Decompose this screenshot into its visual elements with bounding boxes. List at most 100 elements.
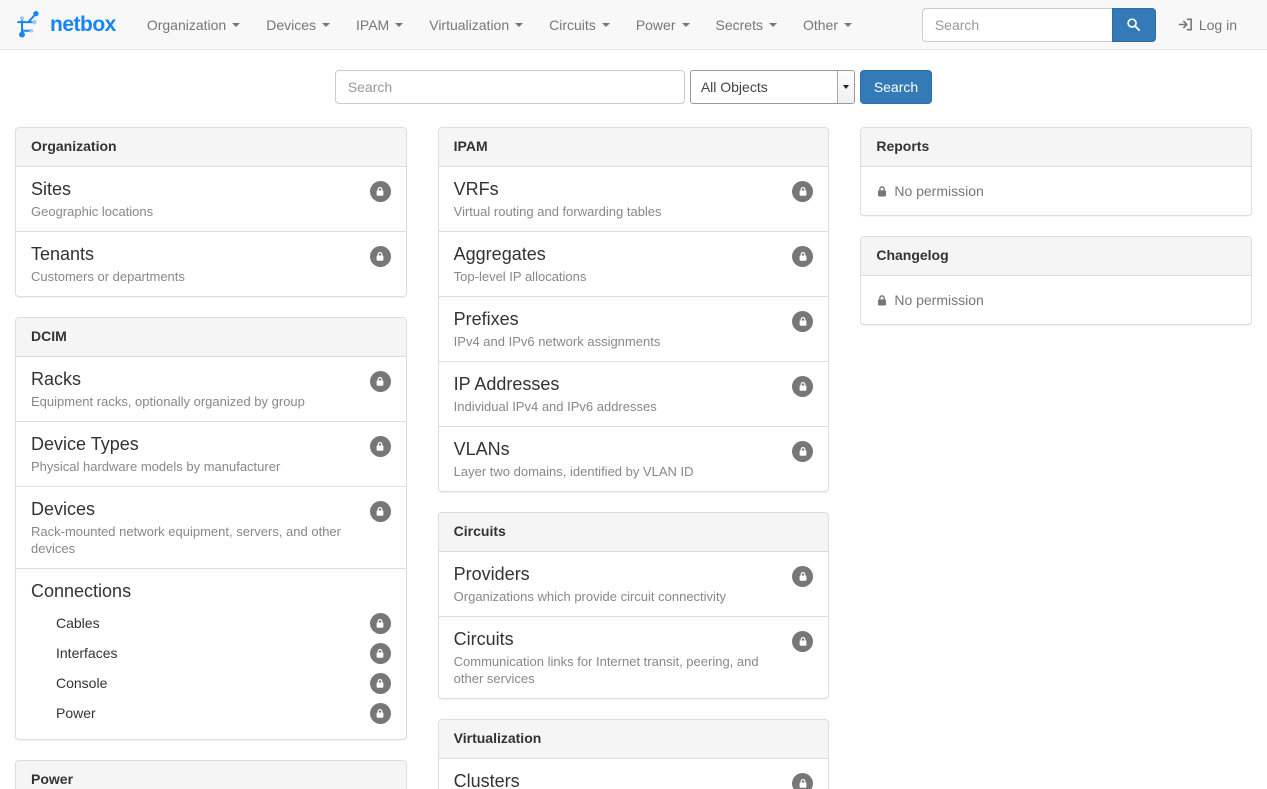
panel-organization: OrganizationSitesGeographic locationsTen… — [15, 127, 407, 297]
list-item-aggregates: AggregatesTop-level IP allocations — [439, 232, 829, 297]
object-type-selected-value: All Objects — [691, 71, 837, 103]
list-item-main: ConnectionsCablesInterfacesConsolePower — [31, 580, 391, 728]
lock-icon — [370, 246, 391, 267]
panel-column-2: IPAMVRFsVirtual routing and forwarding t… — [438, 127, 830, 789]
item-title: IP Addresses — [454, 373, 783, 395]
panel-title: Circuits — [454, 523, 506, 539]
global-search-input[interactable] — [335, 70, 685, 104]
sub-item-interfaces: Interfaces — [31, 638, 391, 668]
item-description: Physical hardware models by manufacturer — [31, 458, 360, 475]
lock-icon — [792, 376, 813, 397]
list-item-main: PrefixesIPv4 and IPv6 network assignment… — [454, 308, 783, 350]
list-item-main: IP Addresses Individual IPv4 and IPv6 add… — [454, 373, 783, 415]
nav-menu-label: Power — [636, 17, 676, 33]
no-permission-label: No permission — [894, 292, 983, 308]
no-permission-label: No permission — [894, 183, 983, 199]
item-title: Racks — [31, 368, 360, 390]
nav-menu-devices[interactable]: Devices — [253, 0, 343, 50]
item-description: Individual IPv4 and IPv6 addresses — [454, 398, 783, 415]
panel-title: DCIM — [31, 328, 67, 344]
list-item-main: TenantsCustomers or departments — [31, 243, 360, 285]
lock-icon — [792, 631, 813, 652]
panel-heading: Virtualization — [439, 720, 829, 759]
panel-title: Reports — [876, 138, 929, 154]
item-title: Circuits — [454, 628, 783, 650]
list-item-circuits: CircuitsCommunication links for Internet… — [439, 617, 829, 698]
panel-column-1: OrganizationSitesGeographic locationsTen… — [15, 127, 407, 789]
magnifier-icon — [1126, 17, 1141, 32]
lock-icon — [370, 643, 391, 664]
list-item-main: RacksEquipment racks, optionally organiz… — [31, 368, 360, 410]
panel-item-list: Clusters — [439, 759, 829, 789]
select-dropdown-strip[interactable] — [837, 71, 854, 103]
item-description: Virtual routing and forwarding tables — [454, 203, 783, 220]
lock-icon — [792, 311, 813, 332]
object-type-select[interactable]: All Objects — [690, 70, 855, 104]
chevron-down-icon — [682, 23, 690, 27]
nav-menu-other[interactable]: Other — [790, 0, 865, 50]
global-search-bar: All Objects Search — [0, 70, 1267, 104]
chevron-down-icon — [515, 23, 523, 27]
lock-icon — [370, 673, 391, 694]
panel-item-list: Sites Geographic locations TenantsCustomer… — [16, 167, 406, 296]
log-in-label: Log in — [1199, 17, 1237, 33]
lock-icon — [370, 703, 391, 724]
nav-menu-power[interactable]: Power — [623, 0, 703, 50]
panel-column-3: Reports No permission Changelog No permissi… — [860, 127, 1252, 345]
panel-dcim: DCIM RacksEquipment racks, optionally org… — [15, 317, 407, 740]
chevron-down-icon — [322, 23, 330, 27]
nav-menu-label: Devices — [266, 17, 316, 33]
item-description: Geographic locations — [31, 203, 360, 220]
chevron-down-icon — [844, 23, 852, 27]
nav-menu-label: IPAM — [356, 17, 389, 33]
panel-power: Power — [15, 760, 407, 789]
list-item-main: VRFs Virtual routing and forwarding table… — [454, 178, 783, 220]
sub-item-label: Console — [56, 675, 107, 691]
list-item-ip-addresses: IP Addresses Individual IPv4 and IPv6 add… — [439, 362, 829, 427]
netbox-logo-icon — [15, 9, 43, 40]
panel-item-list: VRFs Virtual routing and forwarding table… — [439, 167, 829, 491]
panel-item-list: Providers Organizations which provide cir… — [439, 552, 829, 698]
nav-menu-virtualization[interactable]: Virtualization — [416, 0, 536, 50]
lock-icon — [876, 294, 888, 307]
navbar-search-button[interactable] — [1112, 8, 1156, 42]
list-item-main: Device TypesPhysical hardware models by … — [31, 433, 360, 475]
panel-title: Virtualization — [454, 730, 542, 746]
panel-reports: Reports No permission — [860, 127, 1252, 216]
list-item-main: Sites Geographic locations — [31, 178, 360, 220]
panel-virtualization: Virtualization Clusters — [438, 719, 830, 789]
item-description: IPv4 and IPv6 network assignments — [454, 333, 783, 350]
panel-heading: Reports — [861, 128, 1251, 167]
top-navbar: netbox Organization Devices IPAM Virtualiza… — [0, 0, 1267, 50]
panel-heading: Changelog — [861, 237, 1251, 276]
nav-menu-secrets[interactable]: Secrets — [703, 0, 790, 50]
main-navigation: Organization Devices IPAM VirtualizationCir… — [134, 0, 865, 50]
item-title: Providers — [454, 563, 783, 585]
global-search-button[interactable]: Search — [860, 70, 932, 104]
no-permission-note: No permission — [861, 276, 1251, 324]
item-description: Organizations which provide circuit conn… — [454, 588, 783, 605]
navbar-search-input[interactable] — [922, 8, 1112, 42]
lock-icon — [370, 501, 391, 522]
panel-heading: DCIM — [16, 318, 406, 357]
item-description: Customers or departments — [31, 268, 360, 285]
nav-menu-ipam[interactable]: IPAM — [343, 0, 416, 50]
nav-menu-organization[interactable]: Organization — [134, 0, 253, 50]
sub-item-list: CablesInterfacesConsolePower — [31, 608, 391, 728]
panel-ipam: IPAMVRFsVirtual routing and forwarding t… — [438, 127, 830, 492]
log-in-link[interactable]: Log in — [1156, 17, 1252, 33]
panel-title: Power — [31, 771, 73, 787]
netbox-brand-link[interactable]: netbox — [15, 9, 116, 40]
nav-menu-label: Organization — [147, 17, 226, 33]
item-title: Sites — [31, 178, 360, 200]
list-item-main: DevicesRack-mounted network equipment, s… — [31, 498, 360, 557]
list-item-main: Providers Organizations which provide cir… — [454, 563, 783, 605]
list-item-main: AggregatesTop-level IP allocations — [454, 243, 783, 285]
item-title: VRFs — [454, 178, 783, 200]
nav-menu-circuits[interactable]: Circuits — [536, 0, 623, 50]
sub-item-power: Power — [31, 698, 391, 728]
chevron-down-icon — [602, 23, 610, 27]
list-item-clusters: Clusters — [439, 759, 829, 789]
list-item-prefixes: PrefixesIPv4 and IPv6 network assignment… — [439, 297, 829, 362]
lock-icon — [370, 436, 391, 457]
